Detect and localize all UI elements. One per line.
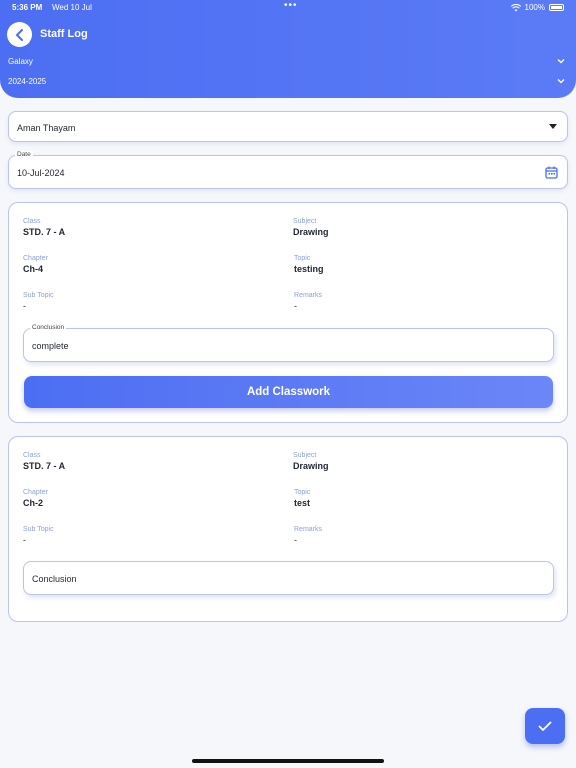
remarks-value: - [294, 535, 297, 545]
class-value: STD. 7 - A [23, 227, 66, 237]
chapter-value: Ch-2 [23, 498, 43, 508]
home-indicator[interactable] [192, 759, 384, 763]
remarks-value: - [294, 301, 297, 311]
app-header: 5:36 PM Wed 10 Jul ••• 100% Staff Log Ga… [0, 0, 576, 98]
year-selector[interactable]: 2024-2025 [8, 77, 566, 91]
class-label: Class [23, 452, 41, 459]
subtopic-label: Sub Topic [23, 292, 54, 299]
subtopic-info: Sub Topic - [23, 292, 54, 311]
staff-dropdown[interactable]: Aman Thayam [8, 111, 568, 142]
class-info: Class STD. 7 - A [23, 218, 65, 237]
subject-info: Subject Drawing [293, 218, 329, 237]
class-info: Class STD. 7 - A [23, 452, 65, 471]
status-date: Wed 10 Jul [52, 3, 92, 12]
remarks-label: Remarks [294, 292, 323, 299]
date-label: Date [15, 151, 33, 158]
classwork-card: Class STD. 7 - A Subject Drawing Chapter… [8, 436, 568, 622]
remarks-label: Remarks [294, 526, 323, 533]
chevron-down-icon [557, 59, 565, 64]
subtopic-label: Sub Topic [23, 526, 54, 533]
chapter-label: Chapter [23, 489, 48, 496]
chapter-value: Ch-4 [23, 264, 43, 274]
chapter-info: Chapter Ch-2 [23, 489, 48, 508]
subtopic-info: Sub Topic - [23, 526, 54, 545]
status-bar: 5:36 PM Wed 10 Jul ••• 100% [12, 0, 564, 15]
conclusion-label: Conclusion [30, 324, 67, 331]
back-button[interactable] [7, 22, 32, 47]
wifi-icon [510, 3, 521, 11]
school-selector[interactable]: Galaxy [8, 57, 566, 71]
year-value: 2024-2025 [8, 77, 47, 86]
conclusion-placeholder: Conclusion [32, 574, 77, 584]
topic-label: Topic [294, 255, 311, 262]
chevron-left-icon [15, 28, 23, 41]
battery-percent: 100% [524, 3, 545, 12]
conclusion-value: complete [32, 341, 69, 351]
calendar-icon[interactable] [545, 166, 558, 179]
topic-info: Topic test [294, 489, 310, 508]
multitask-dots-icon[interactable]: ••• [284, 0, 298, 11]
topic-value: test [294, 498, 311, 508]
remarks-info: Remarks - [294, 526, 322, 545]
battery-icon [549, 4, 564, 11]
chapter-label: Chapter [23, 255, 48, 262]
subject-label: Subject [293, 218, 317, 225]
remarks-info: Remarks - [294, 292, 322, 311]
check-icon [538, 721, 552, 731]
staff-value: Aman Thayam [17, 123, 76, 133]
status-time: 5:36 PM [12, 3, 43, 12]
caret-down-icon [549, 124, 557, 129]
topic-value: testing [294, 264, 324, 274]
subject-label: Subject [293, 452, 317, 459]
conclusion-field[interactable]: Conclusion complete [23, 324, 554, 362]
subject-info: Subject Drawing [293, 452, 329, 471]
subject-value: Drawing [293, 461, 329, 471]
chapter-info: Chapter Ch-4 [23, 255, 48, 274]
page-title: Staff Log [40, 28, 88, 40]
chevron-down-icon [557, 79, 565, 84]
subtopic-value: - [23, 535, 26, 545]
classwork-card: Class STD. 7 - A Subject Drawing Chapter… [8, 202, 568, 423]
date-value: 10-Jul-2024 [17, 168, 65, 178]
topic-info: Topic testing [294, 255, 324, 274]
date-field[interactable]: Date 10-Jul-2024 [8, 151, 568, 189]
conclusion-input[interactable]: Conclusion [23, 561, 554, 595]
class-label: Class [23, 218, 41, 225]
class-value: STD. 7 - A [23, 461, 66, 471]
topic-label: Topic [294, 489, 311, 496]
subtopic-value: - [23, 301, 26, 311]
submit-fab-button[interactable] [525, 708, 565, 744]
school-value: Galaxy [8, 57, 33, 66]
add-classwork-button[interactable]: Add Classwork [24, 376, 553, 408]
subject-value: Drawing [293, 227, 329, 237]
